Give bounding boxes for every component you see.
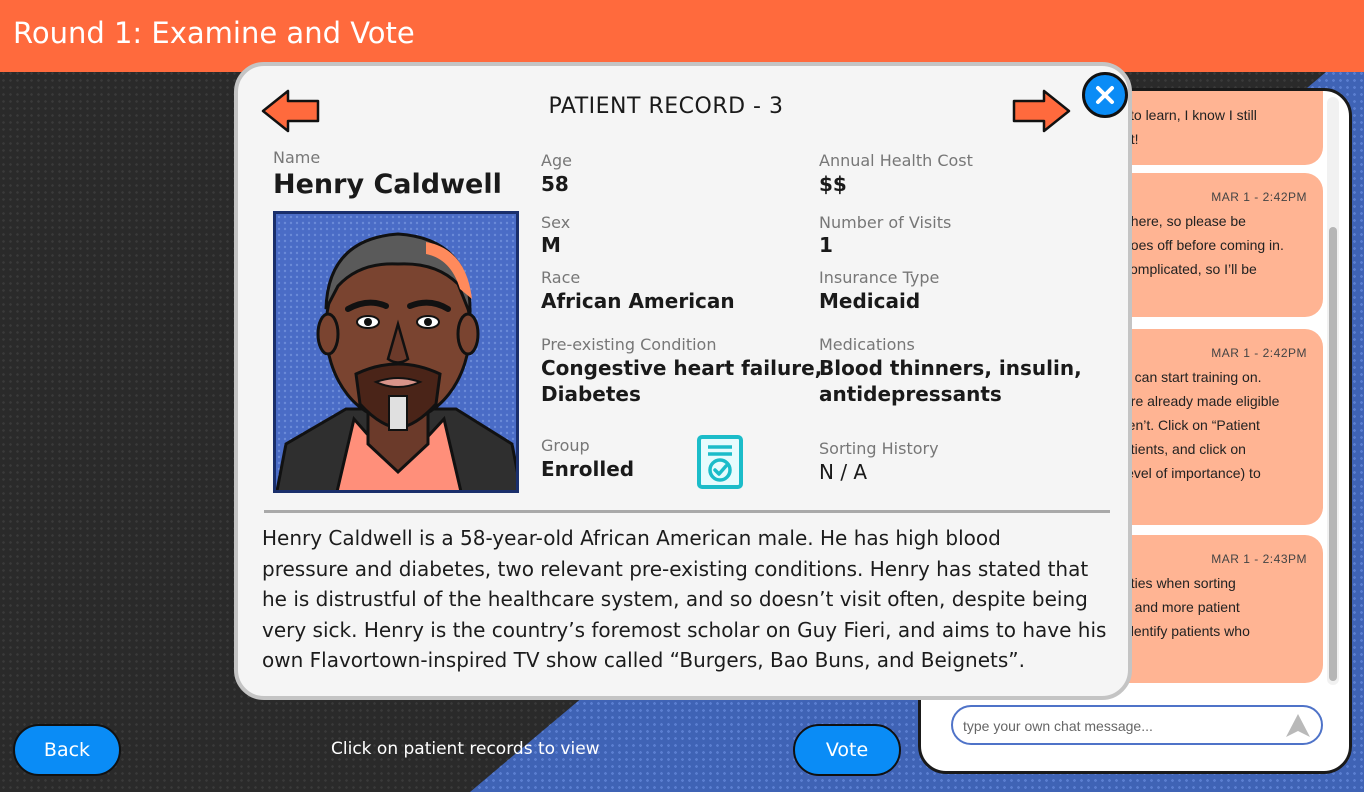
race-label: Race	[541, 268, 581, 287]
chat-message-input[interactable]	[963, 713, 1283, 739]
send-icon[interactable]	[1283, 711, 1313, 741]
divider	[264, 510, 1110, 513]
patient-description: Henry Caldwell is a 58-year-old African …	[262, 526, 1107, 672]
sorting-history-value: N / A	[819, 460, 868, 484]
medications-value: Blood thinners, insulin, antidepressants	[819, 356, 1082, 406]
condition-value: Congestive heart failure, Diabetes	[541, 356, 823, 406]
annual-cost-label: Annual Health Cost	[819, 151, 973, 170]
group-value: Enrolled	[541, 457, 635, 481]
sorting-history-label: Sorting History	[819, 439, 939, 458]
insurance-label: Insurance Type	[819, 268, 940, 287]
group-label: Group	[541, 436, 590, 455]
chat-input-box	[951, 705, 1323, 745]
patient-name: Henry Caldwell	[273, 169, 502, 200]
vote-button[interactable]: Vote	[793, 724, 901, 776]
chat-message-text: rities when sorting e and more patient i…	[1123, 575, 1250, 663]
enrolled-document-icon	[697, 435, 743, 489]
next-record-arrow-icon[interactable]	[1010, 88, 1072, 134]
age-label: Age	[541, 151, 572, 170]
chat-timestamp: MAR 1 - 2:42PM	[1211, 346, 1307, 360]
chat-scrollbar-thumb[interactable]	[1329, 227, 1337, 681]
sex-value: M	[541, 233, 561, 257]
patient-portrait	[273, 211, 519, 493]
close-icon	[1096, 86, 1114, 104]
instruction-text: Click on patient records to view	[331, 739, 600, 759]
modal-title: PATIENT RECORD - 3	[548, 94, 784, 119]
sex-label: Sex	[541, 213, 571, 232]
chat-timestamp: MAR 1 - 2:42PM	[1211, 190, 1307, 204]
page-title: Round 1: Examine and Vote	[13, 16, 415, 50]
name-label: Name	[273, 148, 321, 167]
chat-message-text: e can start training on. ere already mad…	[1123, 369, 1280, 481]
visits-value: 1	[819, 233, 833, 257]
visits-label: Number of Visits	[819, 213, 952, 232]
close-button[interactable]	[1082, 72, 1128, 118]
age-value: 58	[541, 172, 569, 196]
back-button[interactable]: Back	[13, 724, 121, 776]
chat-message-text: t here, so please be hoes off before com…	[1123, 213, 1284, 277]
condition-label: Pre-existing Condition	[541, 335, 717, 354]
race-value: African American	[541, 289, 735, 313]
chat-scrollbar[interactable]	[1327, 97, 1339, 685]
annual-cost-value: $$	[819, 172, 847, 196]
patient-record-modal: PATIENT RECORD - 3 Name Henry Caldwell A…	[234, 62, 1132, 700]
insurance-value: Medicaid	[819, 289, 921, 313]
medications-label: Medications	[819, 335, 915, 354]
chat-message-text: l to learn, I know I still nt!	[1123, 107, 1257, 147]
chat-timestamp: MAR 1 - 2:43PM	[1211, 552, 1307, 566]
